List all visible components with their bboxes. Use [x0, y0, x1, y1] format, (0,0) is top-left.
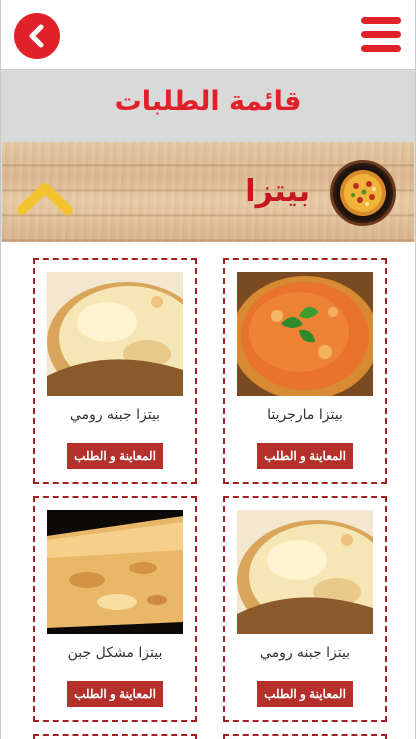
product-card[interactable]: بيتزا مشكل جبن المعاينة و الطلب: [33, 496, 197, 722]
preview-order-button[interactable]: المعاينة و الطلب: [67, 443, 163, 469]
product-card[interactable]: بيتزا جبنه رومي المعاينة و الطلب: [33, 258, 197, 484]
product-name: بيتزا جبنه رومي: [259, 645, 351, 661]
product-grid: بيتزا مارجريتا المعاينة و الطلب بيتزا جب…: [1, 242, 415, 739]
preview-order-button[interactable]: المعاينة و الطلب: [67, 681, 163, 707]
pizza-icon: [330, 160, 396, 226]
hamburger-line: [361, 45, 401, 52]
menu-button[interactable]: [361, 17, 401, 53]
page-title: قائمة الطلبات: [114, 86, 302, 117]
product-card-partial: [33, 734, 197, 739]
cheese-pizza-image: [237, 510, 373, 634]
product-card[interactable]: بيتزا جبنه رومي المعاينة و الطلب: [223, 496, 387, 722]
product-card[interactable]: بيتزا مارجريتا المعاينة و الطلب: [223, 258, 387, 484]
category-label: بيتزا: [245, 174, 310, 209]
hamburger-menu-icon: [361, 17, 401, 24]
preview-order-button[interactable]: المعاينة و الطلب: [257, 443, 353, 469]
back-button[interactable]: [14, 13, 60, 59]
chevron-up-icon: [17, 183, 73, 215]
product-name: بيتزا جبنه رومي: [69, 407, 161, 423]
cheese-pizza-image: [47, 272, 183, 396]
product-name: بيتزا مارجريتا: [267, 407, 343, 423]
category-header-pizza[interactable]: بيتزا: [2, 142, 414, 242]
mixed-cheese-pizza-image: [47, 510, 183, 634]
top-app-bar: [1, 0, 415, 70]
product-card-partial: [223, 734, 387, 739]
pizza-thumbnail: [336, 166, 390, 220]
hamburger-line: [361, 31, 401, 38]
chevron-left-icon: [29, 24, 44, 48]
product-name: بيتزا مشكل جبن: [67, 645, 163, 661]
app-screen: قائمة الطلبات بيتزا بيتزا مارجريتا المعا…: [0, 0, 416, 739]
preview-order-button[interactable]: المعاينة و الطلب: [257, 681, 353, 707]
margherita-pizza-image: [237, 272, 373, 396]
collapse-button[interactable]: [16, 180, 74, 216]
